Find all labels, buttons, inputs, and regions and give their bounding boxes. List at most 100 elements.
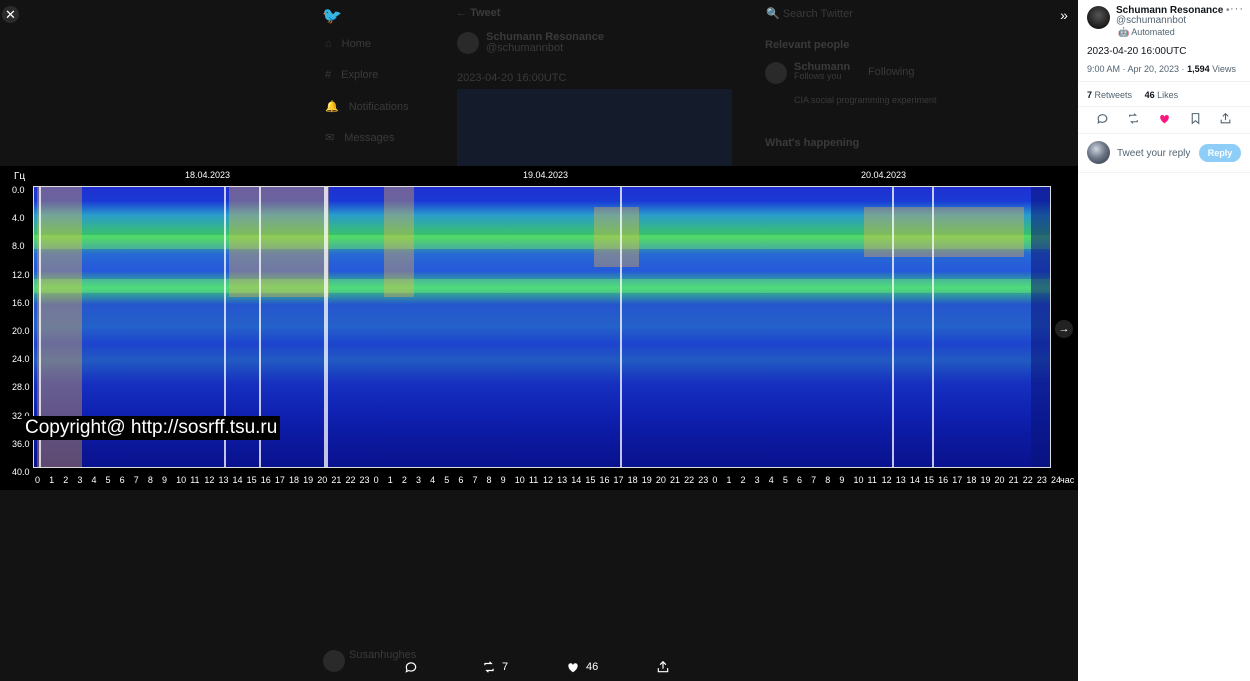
reply-icon[interactable]	[1096, 112, 1112, 128]
x-tick-label: 13	[218, 475, 229, 485]
double-chevron-right-icon[interactable]: »	[1055, 6, 1073, 24]
x-tick-label: 0	[35, 475, 41, 485]
x-tick-label: 23	[359, 475, 370, 485]
x-tick-label: 14	[232, 475, 243, 485]
bg-avatar	[457, 32, 479, 54]
author-handle[interactable]: @schumannbot	[1116, 15, 1186, 26]
bg-tweet-text: 2023-04-20 16:00UTC	[457, 72, 567, 84]
x-tick-label: 13	[895, 475, 906, 485]
bg-following-button: Following	[868, 66, 915, 78]
x-tick-label: 3	[77, 475, 83, 485]
tweet-meta: 9:00 AM · Apr 20, 2023 · 1,594 Views	[1087, 64, 1236, 74]
x-tick-label: 8	[486, 475, 492, 485]
x-tick-label: 6	[458, 475, 464, 485]
nav-notifications: 🔔 Notifications	[325, 101, 409, 113]
divider	[1078, 133, 1250, 134]
retweet-icon[interactable]	[1127, 112, 1143, 128]
x-tick-label: 6	[797, 475, 803, 485]
x-tick-label: 1	[49, 475, 55, 485]
x-tick-label: 9	[500, 475, 506, 485]
x-tick-label: 22	[1022, 475, 1033, 485]
x-tick-label: 20	[994, 475, 1005, 485]
x-tick-label: 20	[317, 475, 328, 485]
automated-label: 🤖 Automated	[1118, 27, 1175, 37]
like-button[interactable]: 46	[566, 660, 598, 674]
reply-button[interactable]	[404, 660, 418, 674]
y-tick-label: 20.0	[12, 326, 30, 336]
x-tick-label: 23	[698, 475, 709, 485]
x-tick-label: 15	[246, 475, 257, 485]
x-tick-label: 7	[811, 475, 817, 485]
close-icon[interactable]: ✕	[2, 6, 19, 23]
retweet-count: 7	[502, 661, 509, 673]
x-tick-label: 12	[543, 475, 554, 485]
retweets-stat[interactable]: 7 Retweets	[1087, 90, 1132, 100]
bg-header: ← Tweet	[456, 7, 501, 19]
retweet-button[interactable]: 7	[482, 660, 508, 674]
tweet-action-icons	[1078, 112, 1250, 128]
date-label: 19.04.2023	[523, 170, 569, 180]
y-tick-label: 36.0	[12, 438, 30, 449]
x-tick-label: 1	[387, 475, 393, 485]
spike-line	[892, 187, 894, 467]
divider	[1078, 172, 1250, 173]
bookmark-icon[interactable]	[1189, 112, 1205, 128]
x-tick-label: 21	[1008, 475, 1019, 485]
arrow-right-icon[interactable]: →	[1055, 320, 1073, 338]
x-tick-label: 9	[162, 475, 168, 485]
tweet-text: 2023-04-20 16:00UTC	[1087, 46, 1187, 57]
x-tick-label: 10	[853, 475, 864, 485]
current-user-avatar	[1087, 141, 1110, 164]
x-tick-label: 0	[712, 475, 718, 485]
x-tick-label: 18	[966, 475, 977, 485]
x-tick-label: 19	[303, 475, 314, 485]
more-options-icon[interactable]: ···	[1230, 3, 1244, 15]
x-tick-label: 22	[684, 475, 695, 485]
divider	[1078, 81, 1250, 82]
spike-line	[932, 187, 934, 467]
x-tick-label: 11	[190, 475, 200, 485]
share-button[interactable]	[656, 660, 670, 674]
reply-input[interactable]: Tweet your reply	[1117, 148, 1190, 159]
x-axis-unit: час	[1060, 475, 1075, 485]
x-tick-label: 17	[274, 475, 285, 485]
x-tick-label: 5	[105, 475, 111, 485]
x-tick-label: 4	[91, 475, 97, 485]
tweet-detail-panel: Schumann Resonance • @schumannbot 🤖 Auto…	[1078, 0, 1250, 681]
burst-region-4	[594, 207, 639, 267]
burst-region-2	[229, 187, 329, 297]
x-tick-label: 16	[938, 475, 949, 485]
x-tick-label: 2	[401, 475, 407, 485]
x-tick-label: 13	[557, 475, 568, 485]
x-tick-label: 6	[119, 475, 125, 485]
x-tick-label: 5	[444, 475, 450, 485]
reply-submit-button[interactable]: Reply	[1199, 144, 1241, 162]
x-tick-label: 16	[260, 475, 271, 485]
bg-search: 🔍 Search Twitter	[766, 8, 853, 20]
band-14hz	[34, 279, 1050, 293]
media-action-bar: 7 46	[0, 656, 1078, 681]
divider	[1078, 106, 1250, 107]
x-tick-label: 18	[627, 475, 638, 485]
x-tick-label: 21	[670, 475, 681, 485]
avatar[interactable]	[1087, 6, 1110, 29]
nav-messages: ✉ Messages	[325, 132, 395, 144]
x-tick-label: 12	[204, 475, 215, 485]
x-tick-label: 3	[416, 475, 422, 485]
x-tick-label: 3	[754, 475, 760, 485]
y-tick-label: 28.0	[12, 382, 30, 393]
nav-home: ⌂ Home	[325, 38, 371, 50]
like-count: 46	[586, 661, 599, 673]
heart-icon[interactable]	[1158, 112, 1174, 128]
x-tick-label: 15	[924, 475, 935, 485]
x-tick-label: 17	[613, 475, 624, 485]
y-tick-label: 8.0	[12, 241, 25, 252]
x-tick-label: 14	[571, 475, 582, 485]
share-icon[interactable]	[1219, 112, 1235, 128]
likes-stat[interactable]: 46 Likes	[1145, 90, 1179, 100]
bg-person-bio: CIA social programming experiment	[794, 95, 937, 105]
x-tick-label: 2	[63, 475, 69, 485]
bg-tweet-image	[457, 89, 732, 166]
nav-explore: # Explore	[325, 69, 379, 81]
bg-person-avatar	[765, 62, 787, 84]
